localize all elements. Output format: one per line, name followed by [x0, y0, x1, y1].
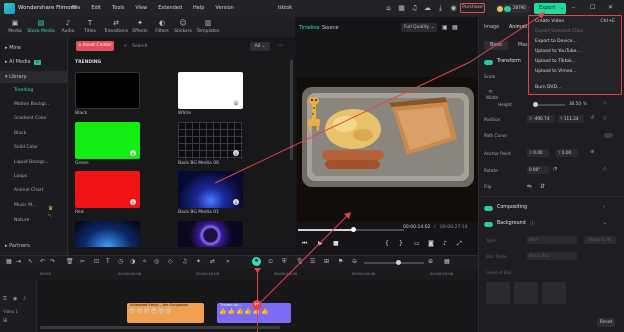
annotation-arrows — [214, 12, 546, 306]
arrow-line — [257, 212, 351, 306]
arrow-line — [214, 61, 471, 184]
arrow-line — [469, 12, 546, 63]
arrow-head — [538, 12, 545, 19]
